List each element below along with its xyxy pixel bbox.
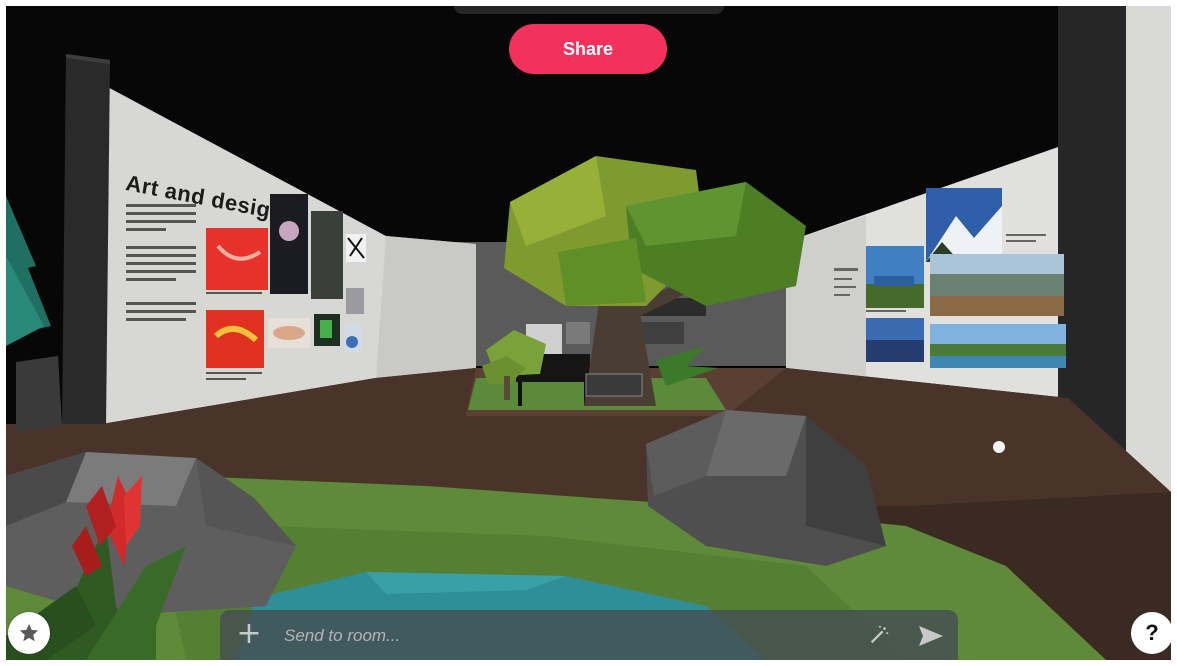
chat-input[interactable] bbox=[282, 621, 846, 651]
3d-gallery-scene[interactable] bbox=[6, 6, 1171, 660]
send-icon[interactable] bbox=[918, 625, 944, 647]
favorite-button[interactable] bbox=[8, 612, 50, 654]
top-menu-tab[interactable] bbox=[454, 6, 724, 14]
plus-icon[interactable]: + bbox=[236, 619, 262, 649]
chat-bar: + bbox=[220, 610, 958, 660]
vr-viewport[interactable]: Art and design Share + ? bbox=[6, 6, 1171, 660]
magic-wand-icon[interactable] bbox=[868, 624, 890, 646]
question-mark-icon: ? bbox=[1145, 620, 1159, 645]
share-button[interactable]: Share bbox=[509, 24, 667, 74]
star-icon bbox=[19, 623, 39, 642]
help-button[interactable]: ? bbox=[1131, 612, 1171, 654]
column-left bbox=[62, 54, 110, 428]
